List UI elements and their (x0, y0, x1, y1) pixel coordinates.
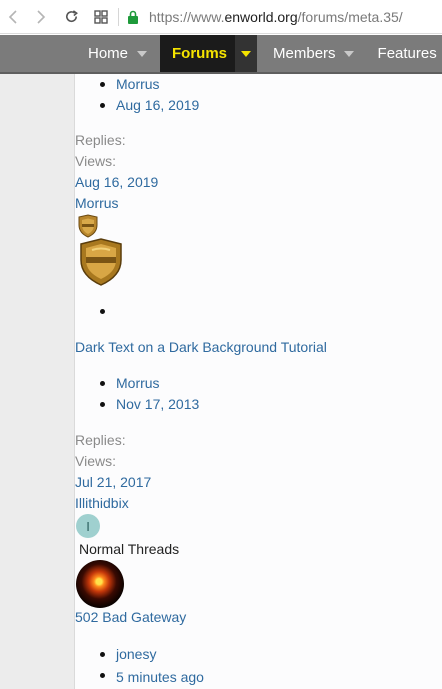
views-label: Views: (75, 453, 116, 469)
nav-forums[interactable]: Forums (160, 35, 258, 72)
thread-author-link[interactable]: Morrus (116, 375, 160, 391)
url-path: /forums/meta.35/ (297, 8, 403, 25)
nav-forums-dropdown[interactable] (235, 35, 258, 72)
last-post-date-link[interactable]: Aug 16, 2019 (75, 172, 158, 192)
nav-members-label: Members (273, 45, 336, 62)
list-item: Morrus (75, 373, 199, 394)
thread-meta-list: Morrus Nov 17, 2013 (75, 373, 199, 415)
nav-features[interactable]: Features (354, 35, 442, 72)
chevron-down-icon (241, 50, 252, 57)
site-nav: Home Forums Members Features (0, 35, 442, 74)
chevron-down-icon[interactable] (343, 50, 354, 57)
thread-date-link[interactable]: Nov 17, 2013 (116, 396, 199, 412)
list-item: Morrus (75, 74, 199, 95)
thread-meta-list: jonesy 5 minutes ago (75, 644, 204, 689)
thread-meta-list: Morrus Aug 16, 2019 (75, 74, 199, 116)
reload-button[interactable] (60, 6, 82, 28)
url-prefix: https://www. (149, 8, 225, 25)
thread-title-link[interactable]: Dark Text on a Dark Background Tutorial (75, 337, 327, 357)
bullet (100, 309, 105, 314)
replies-label: Replies: (75, 132, 126, 148)
back-button[interactable] (2, 6, 24, 28)
apps-icon[interactable] (90, 6, 112, 28)
browser-toolbar: https://www.enworld.org/forums/meta.35/ (0, 0, 442, 34)
address-bar[interactable]: https://www.enworld.org/forums/meta.35/ (149, 9, 403, 25)
thread-author-link[interactable]: Morrus (116, 76, 160, 92)
replies-label: Replies: (75, 432, 126, 448)
toolbar-divider (118, 7, 119, 26)
list-item: Aug 16, 2019 (75, 95, 199, 116)
nav-members[interactable]: Members (257, 35, 354, 72)
thread-title-link[interactable]: 502 Bad Gateway (75, 607, 186, 627)
list-item: Nov 17, 2013 (75, 394, 199, 415)
thread-time-link[interactable]: 5 minutes ago (116, 669, 204, 685)
last-post-user-link[interactable]: Illithidbix (75, 493, 129, 513)
avatar[interactable]: I (76, 514, 100, 538)
chevron-down-icon[interactable] (137, 50, 148, 57)
lock-icon (128, 10, 138, 24)
nav-forums-label: Forums (172, 45, 228, 62)
url-host: enworld.org (224, 8, 298, 25)
avatar-letter: I (86, 518, 90, 534)
nav-features-label: Features (377, 45, 437, 62)
list-item: jonesy (75, 644, 204, 665)
last-post-date-link[interactable]: Jul 21, 2017 (75, 472, 151, 492)
shield-avatar-small[interactable] (77, 214, 99, 238)
left-gutter (0, 74, 74, 689)
nav-home[interactable]: Home (0, 35, 148, 72)
thread-list: Morrus Aug 16, 2019 Replies: Views: Aug … (74, 74, 442, 689)
views-label: Views: (75, 153, 116, 169)
section-heading: Normal Threads (79, 541, 180, 557)
thread-date-link[interactable]: Aug 16, 2019 (116, 97, 199, 113)
shield-avatar-large[interactable] (78, 238, 124, 286)
list-item: 5 minutes ago (75, 665, 204, 689)
thread-author-link[interactable]: jonesy (116, 646, 156, 662)
forward-button[interactable] (30, 6, 52, 28)
last-post-user-link[interactable]: Morrus (75, 193, 119, 213)
nav-home-label: Home (88, 45, 129, 62)
avatar[interactable] (76, 560, 124, 608)
